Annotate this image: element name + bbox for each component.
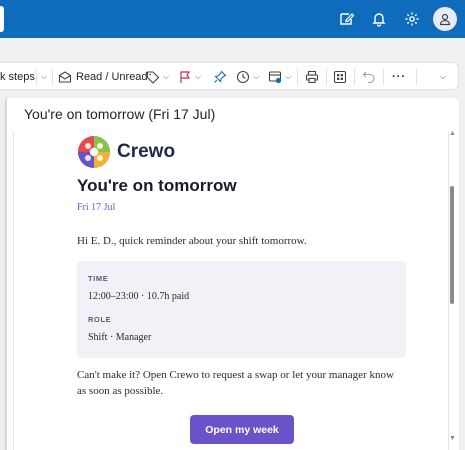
time-label: TIME [88, 274, 109, 283]
read-unread-label: Read / Unread [76, 71, 148, 83]
undo-icon [362, 71, 375, 84]
open-my-week-button[interactable]: Open my week [190, 415, 294, 444]
scrollbar-thumb[interactable] [450, 186, 454, 304]
compose-icon[interactable] [337, 9, 357, 29]
closing-text: Can't make it? Open Crewo to request a s… [77, 369, 394, 397]
move-icon [268, 71, 282, 84]
chevron-down-icon: ⌵ [440, 72, 447, 81]
clock-icon [236, 70, 250, 84]
flag-icon [180, 71, 191, 83]
chevron-down-icon: ⌵ [195, 72, 202, 81]
chevron-down-icon: ⌵ [253, 72, 260, 81]
flag-button[interactable]: ⌵ [178, 63, 201, 91]
divider [52, 69, 53, 85]
divider [36, 69, 37, 85]
divider [326, 69, 327, 85]
message-subject: You're on tomorrow (Fri 17 Jul) [24, 106, 216, 122]
time-value: 12:00–23:00 · 10.7h paid [88, 291, 190, 302]
more-options-button[interactable]: ··· [392, 63, 406, 91]
gear-icon[interactable] [402, 9, 422, 29]
account-avatar[interactable] [433, 7, 457, 31]
divider [416, 69, 417, 85]
role-value: Shift · Manager [88, 332, 152, 343]
read-unread-button[interactable]: Read / Unread [58, 63, 148, 91]
divider [354, 69, 355, 85]
email-heading: You're on tomorrow [77, 176, 237, 195]
brand-name: Crewo [117, 141, 176, 162]
crewo-logo-icon [78, 136, 110, 168]
print-button[interactable] [305, 63, 319, 91]
shift-details-card: TIME 12:00–23:00 · 10.7h paid ROLE Shift… [77, 261, 406, 358]
undo-button[interactable] [362, 63, 376, 91]
print-icon [305, 70, 319, 84]
account-icon [439, 13, 451, 26]
pin-button[interactable] [213, 63, 227, 91]
quick-steps-dropdown[interactable]: ⌵ [41, 63, 47, 91]
chevron-down-icon: ⌵ [41, 72, 48, 81]
envelope-icon [58, 71, 72, 83]
brand-logo: Crewo [77, 135, 175, 169]
message-scrollbar[interactable]: ▲ ▼ [449, 130, 456, 448]
role-label: ROLE [88, 315, 112, 324]
pane-divider [5, 98, 7, 450]
chevron-down-icon: ⌵ [163, 72, 170, 81]
divider [383, 69, 384, 85]
greeting-text: Hi E. D., quick reminder about your shif… [77, 235, 307, 247]
immersive-reader-icon [333, 70, 347, 84]
scroll-down-arrow-icon[interactable]: ▼ [449, 435, 456, 442]
quick-steps-label: k steps [0, 71, 35, 83]
divider [297, 69, 298, 85]
bell-icon[interactable] [369, 9, 389, 29]
tag-icon [146, 71, 160, 84]
quick-steps-button[interactable]: k steps [0, 63, 35, 91]
snooze-button[interactable]: ⌵ [236, 63, 259, 91]
categorize-button[interactable]: ⌵ [146, 63, 169, 91]
shift-date: Fri 17 Jul [77, 202, 116, 213]
ribbon-toolbar: k steps ⌵ Read / Unread ⌵ ⌵ ⌵ ⌵ ··· ⌵ [0, 62, 459, 90]
scroll-up-arrow-icon[interactable]: ▲ [449, 130, 456, 137]
ribbon-expand-button[interactable]: ⌵ [440, 63, 446, 91]
pin-icon [214, 70, 227, 83]
app-header [0, 0, 465, 38]
chevron-down-icon: ⌵ [285, 72, 292, 81]
move-button[interactable]: ⌵ [268, 63, 291, 91]
more-icon: ··· [392, 71, 406, 83]
immersive-reader-button[interactable] [333, 63, 347, 91]
search-box[interactable] [0, 6, 4, 32]
